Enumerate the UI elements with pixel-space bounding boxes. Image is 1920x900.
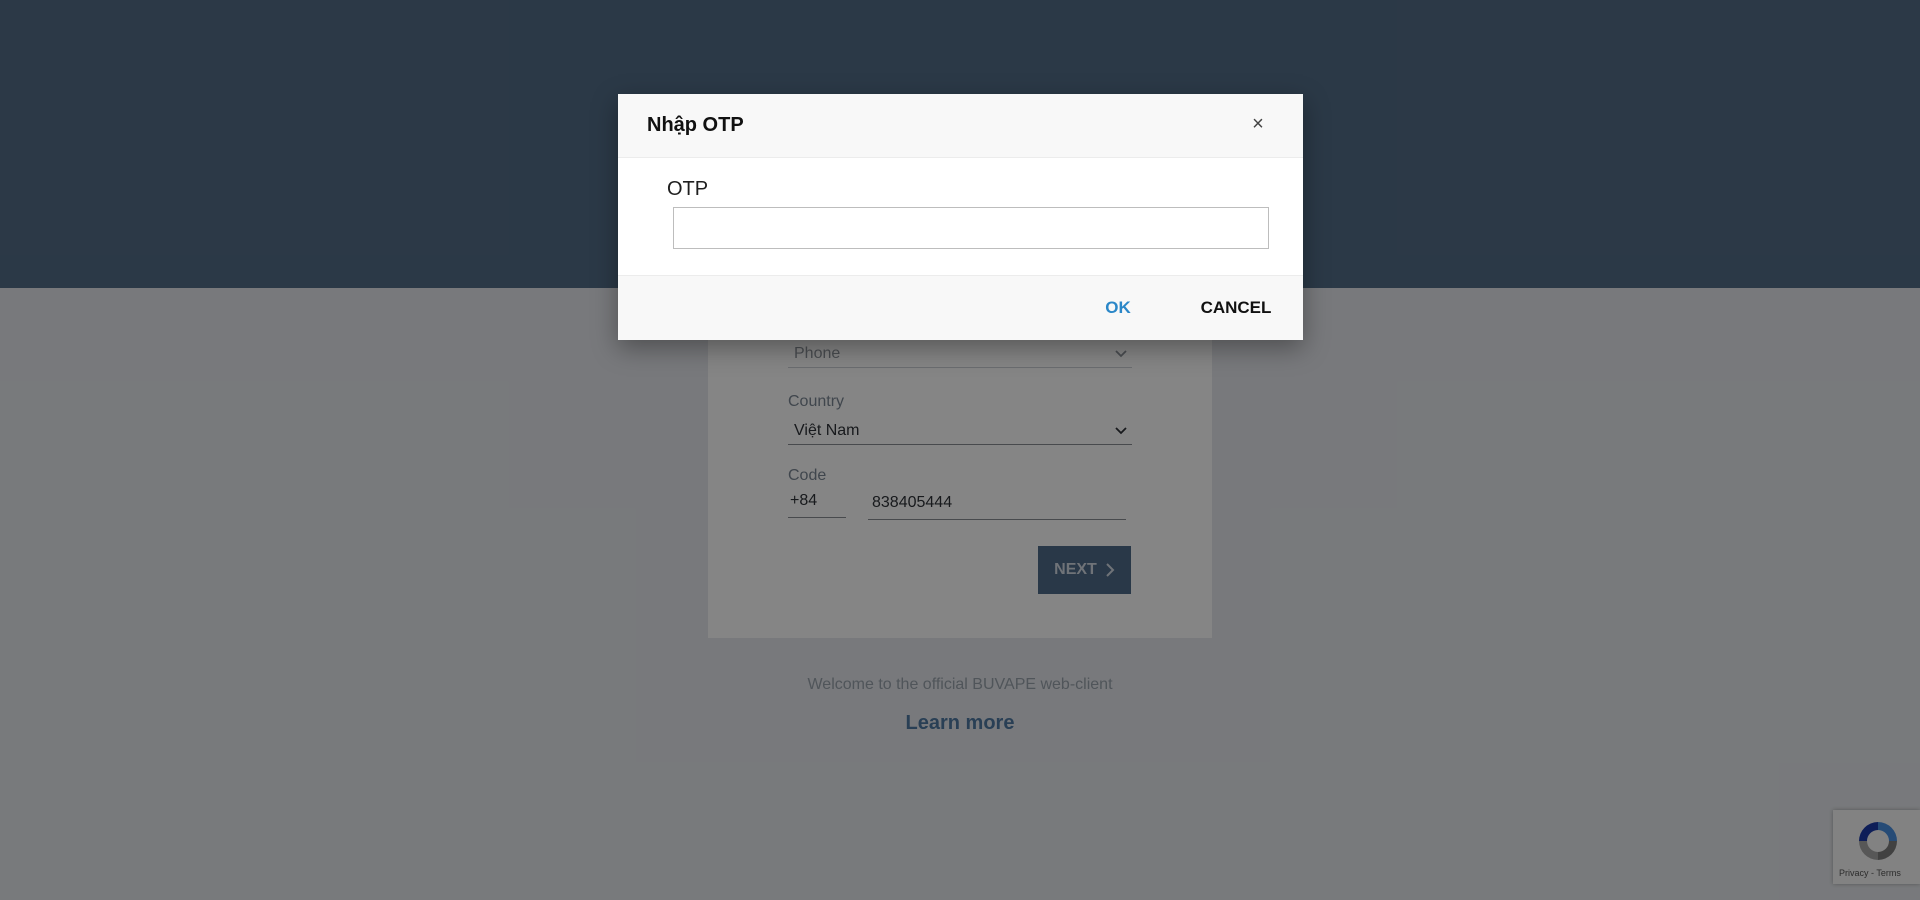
cancel-button[interactable]: CANCEL [1190, 294, 1282, 322]
otp-dialog: Nhập OTP × OTP OK CANCEL [618, 94, 1303, 340]
otp-label: OTP [667, 178, 709, 200]
dialog-title: Nhập OTP [647, 114, 744, 136]
otp-input[interactable] [673, 207, 1269, 249]
dialog-header: Nhập OTP × [618, 94, 1303, 158]
dialog-footer: OK CANCEL [618, 275, 1303, 340]
ok-button[interactable]: OK [1090, 294, 1146, 322]
close-icon[interactable]: × [1246, 112, 1270, 136]
